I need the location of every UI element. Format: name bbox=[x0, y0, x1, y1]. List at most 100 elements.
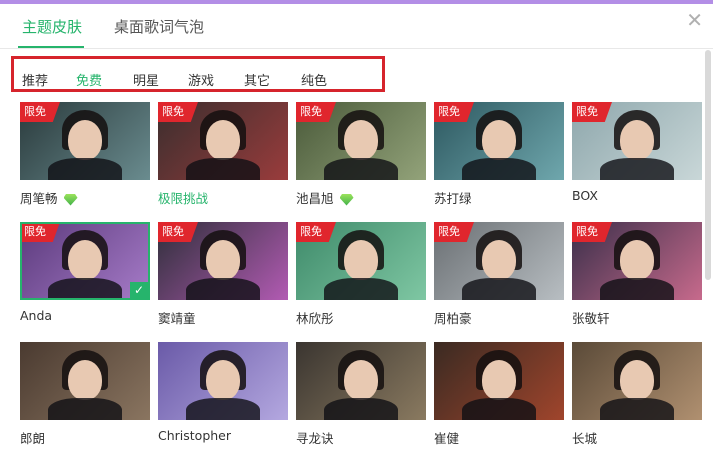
skin-name-text: 周笔畅 bbox=[20, 191, 58, 206]
vip-diamond-icon bbox=[339, 193, 354, 206]
skin-card[interactable]: 限免 窦靖童 bbox=[158, 222, 288, 334]
filter-free[interactable]: 免费 bbox=[76, 70, 102, 89]
portrait-body bbox=[186, 158, 260, 180]
free-badge: 限免 bbox=[20, 102, 60, 122]
skin-card[interactable]: 限免 ✓ Anda bbox=[20, 222, 150, 334]
portrait-face bbox=[344, 360, 378, 400]
tab-theme-skin[interactable]: 主题皮肤 bbox=[22, 16, 82, 37]
close-icon[interactable]: ✕ bbox=[686, 10, 703, 30]
filter-games[interactable]: 游戏 bbox=[188, 70, 214, 89]
portrait-body bbox=[186, 398, 260, 420]
skin-thumbnail: 限免 bbox=[296, 222, 426, 300]
check-icon: ✓ bbox=[130, 282, 148, 298]
skin-name: Christopher bbox=[158, 428, 231, 443]
portrait-face bbox=[206, 120, 240, 160]
portrait-face bbox=[482, 240, 516, 280]
portrait-body bbox=[324, 278, 398, 300]
scrollbar[interactable] bbox=[705, 50, 711, 280]
skin-card[interactable]: 限免 周笔畅 bbox=[20, 102, 150, 214]
skin-thumbnail: 限免 bbox=[434, 222, 564, 300]
free-badge: 限免 bbox=[158, 222, 198, 242]
skin-card[interactable]: 郎朗 bbox=[20, 342, 150, 454]
skin-thumbnail bbox=[572, 342, 702, 420]
portrait-body bbox=[324, 398, 398, 420]
skin-name-text: 窦靖童 bbox=[158, 311, 196, 326]
portrait-face bbox=[206, 360, 240, 400]
skin-thumbnail: 限免 bbox=[572, 102, 702, 180]
tab-desktop-lyrics-bubble[interactable]: 桌面歌词气泡 bbox=[114, 16, 204, 37]
skin-name-text: 池昌旭 bbox=[296, 191, 334, 206]
skin-card[interactable]: 限免 池昌旭 bbox=[296, 102, 426, 214]
free-badge: 限免 bbox=[434, 102, 474, 122]
free-badge: 限免 bbox=[296, 102, 336, 122]
filter-stars[interactable]: 明星 bbox=[133, 70, 159, 89]
skin-name-text: 周柏豪 bbox=[434, 311, 472, 326]
skin-name-text: Anda bbox=[20, 308, 53, 323]
skin-name-text: BOX bbox=[572, 188, 598, 203]
portrait-body bbox=[462, 158, 536, 180]
filter-solid-color[interactable]: 纯色 bbox=[301, 70, 327, 89]
skin-name: 长城 bbox=[572, 428, 597, 447]
skin-thumbnail: 限免 bbox=[572, 222, 702, 300]
filter-recommended[interactable]: 推荐 bbox=[22, 70, 48, 89]
skin-name: 周笔畅 bbox=[20, 188, 78, 207]
portrait-face bbox=[620, 120, 654, 160]
skin-card[interactable]: 寻龙诀 bbox=[296, 342, 426, 454]
portrait-face bbox=[206, 240, 240, 280]
portrait-body bbox=[600, 158, 674, 180]
skin-name: 崔健 bbox=[434, 428, 459, 447]
portrait-body bbox=[48, 158, 122, 180]
skin-name: 苏打绿 bbox=[434, 188, 472, 207]
portrait-face bbox=[68, 360, 102, 400]
skin-card[interactable]: 限免 林欣彤 bbox=[296, 222, 426, 334]
portrait-face bbox=[344, 240, 378, 280]
portrait-body bbox=[186, 278, 260, 300]
filter-bar: 推荐 免费 明星 游戏 其它 纯色 bbox=[11, 56, 385, 92]
skin-name-text: 郎朗 bbox=[20, 431, 46, 446]
skin-name: 周柏豪 bbox=[434, 308, 472, 327]
skin-name: 郎朗 bbox=[20, 428, 45, 447]
free-badge: 限免 bbox=[572, 222, 612, 242]
skin-name: 林欣彤 bbox=[296, 308, 334, 327]
skin-card[interactable]: 限免 BOX bbox=[572, 102, 702, 214]
skin-name-text: 张敬轩 bbox=[572, 311, 610, 326]
skin-card[interactable]: Christopher bbox=[158, 342, 288, 454]
skin-card[interactable]: 限免 张敬轩 bbox=[572, 222, 702, 334]
skin-card[interactable]: 限免 周柏豪 bbox=[434, 222, 564, 334]
portrait-body bbox=[48, 398, 122, 420]
skin-thumbnail: 限免 bbox=[434, 102, 564, 180]
portrait-face bbox=[620, 240, 654, 280]
free-badge: 限免 bbox=[158, 102, 198, 122]
skin-thumbnail: 限免 bbox=[158, 102, 288, 180]
tab-bar: 主题皮肤 桌面歌词气泡 bbox=[0, 4, 713, 49]
skin-name: Anda bbox=[20, 308, 52, 323]
skin-name-text: 苏打绿 bbox=[434, 191, 472, 206]
skin-name-text: 崔健 bbox=[434, 431, 460, 446]
skin-name: BOX bbox=[572, 188, 598, 203]
skin-card[interactable]: 长城 bbox=[572, 342, 702, 454]
skin-thumbnail: 限免 bbox=[158, 222, 288, 300]
portrait-face bbox=[620, 360, 654, 400]
free-badge: 限免 bbox=[434, 222, 474, 242]
skin-thumbnail bbox=[158, 342, 288, 420]
skin-thumbnail: 限免 bbox=[20, 102, 150, 180]
portrait-body bbox=[600, 278, 674, 300]
skin-name: 窦靖童 bbox=[158, 308, 196, 327]
selected-frame: ✓ bbox=[20, 222, 150, 300]
portrait-body bbox=[462, 278, 536, 300]
free-badge: 限免 bbox=[572, 102, 612, 122]
portrait-body bbox=[324, 158, 398, 180]
skin-name: 极限挑战 bbox=[158, 188, 208, 207]
skin-thumbnail: 限免 bbox=[296, 102, 426, 180]
portrait-body bbox=[600, 398, 674, 420]
skin-card[interactable]: 限免 苏打绿 bbox=[434, 102, 564, 214]
skin-name: 寻龙诀 bbox=[296, 428, 334, 447]
skin-thumbnail bbox=[434, 342, 564, 420]
portrait-face bbox=[68, 120, 102, 160]
portrait-body bbox=[462, 398, 536, 420]
skin-card[interactable]: 限免 极限挑战 bbox=[158, 102, 288, 214]
skin-thumbnail bbox=[20, 342, 150, 420]
filter-other[interactable]: 其它 bbox=[244, 70, 270, 89]
skin-card[interactable]: 崔健 bbox=[434, 342, 564, 454]
free-badge: 限免 bbox=[296, 222, 336, 242]
